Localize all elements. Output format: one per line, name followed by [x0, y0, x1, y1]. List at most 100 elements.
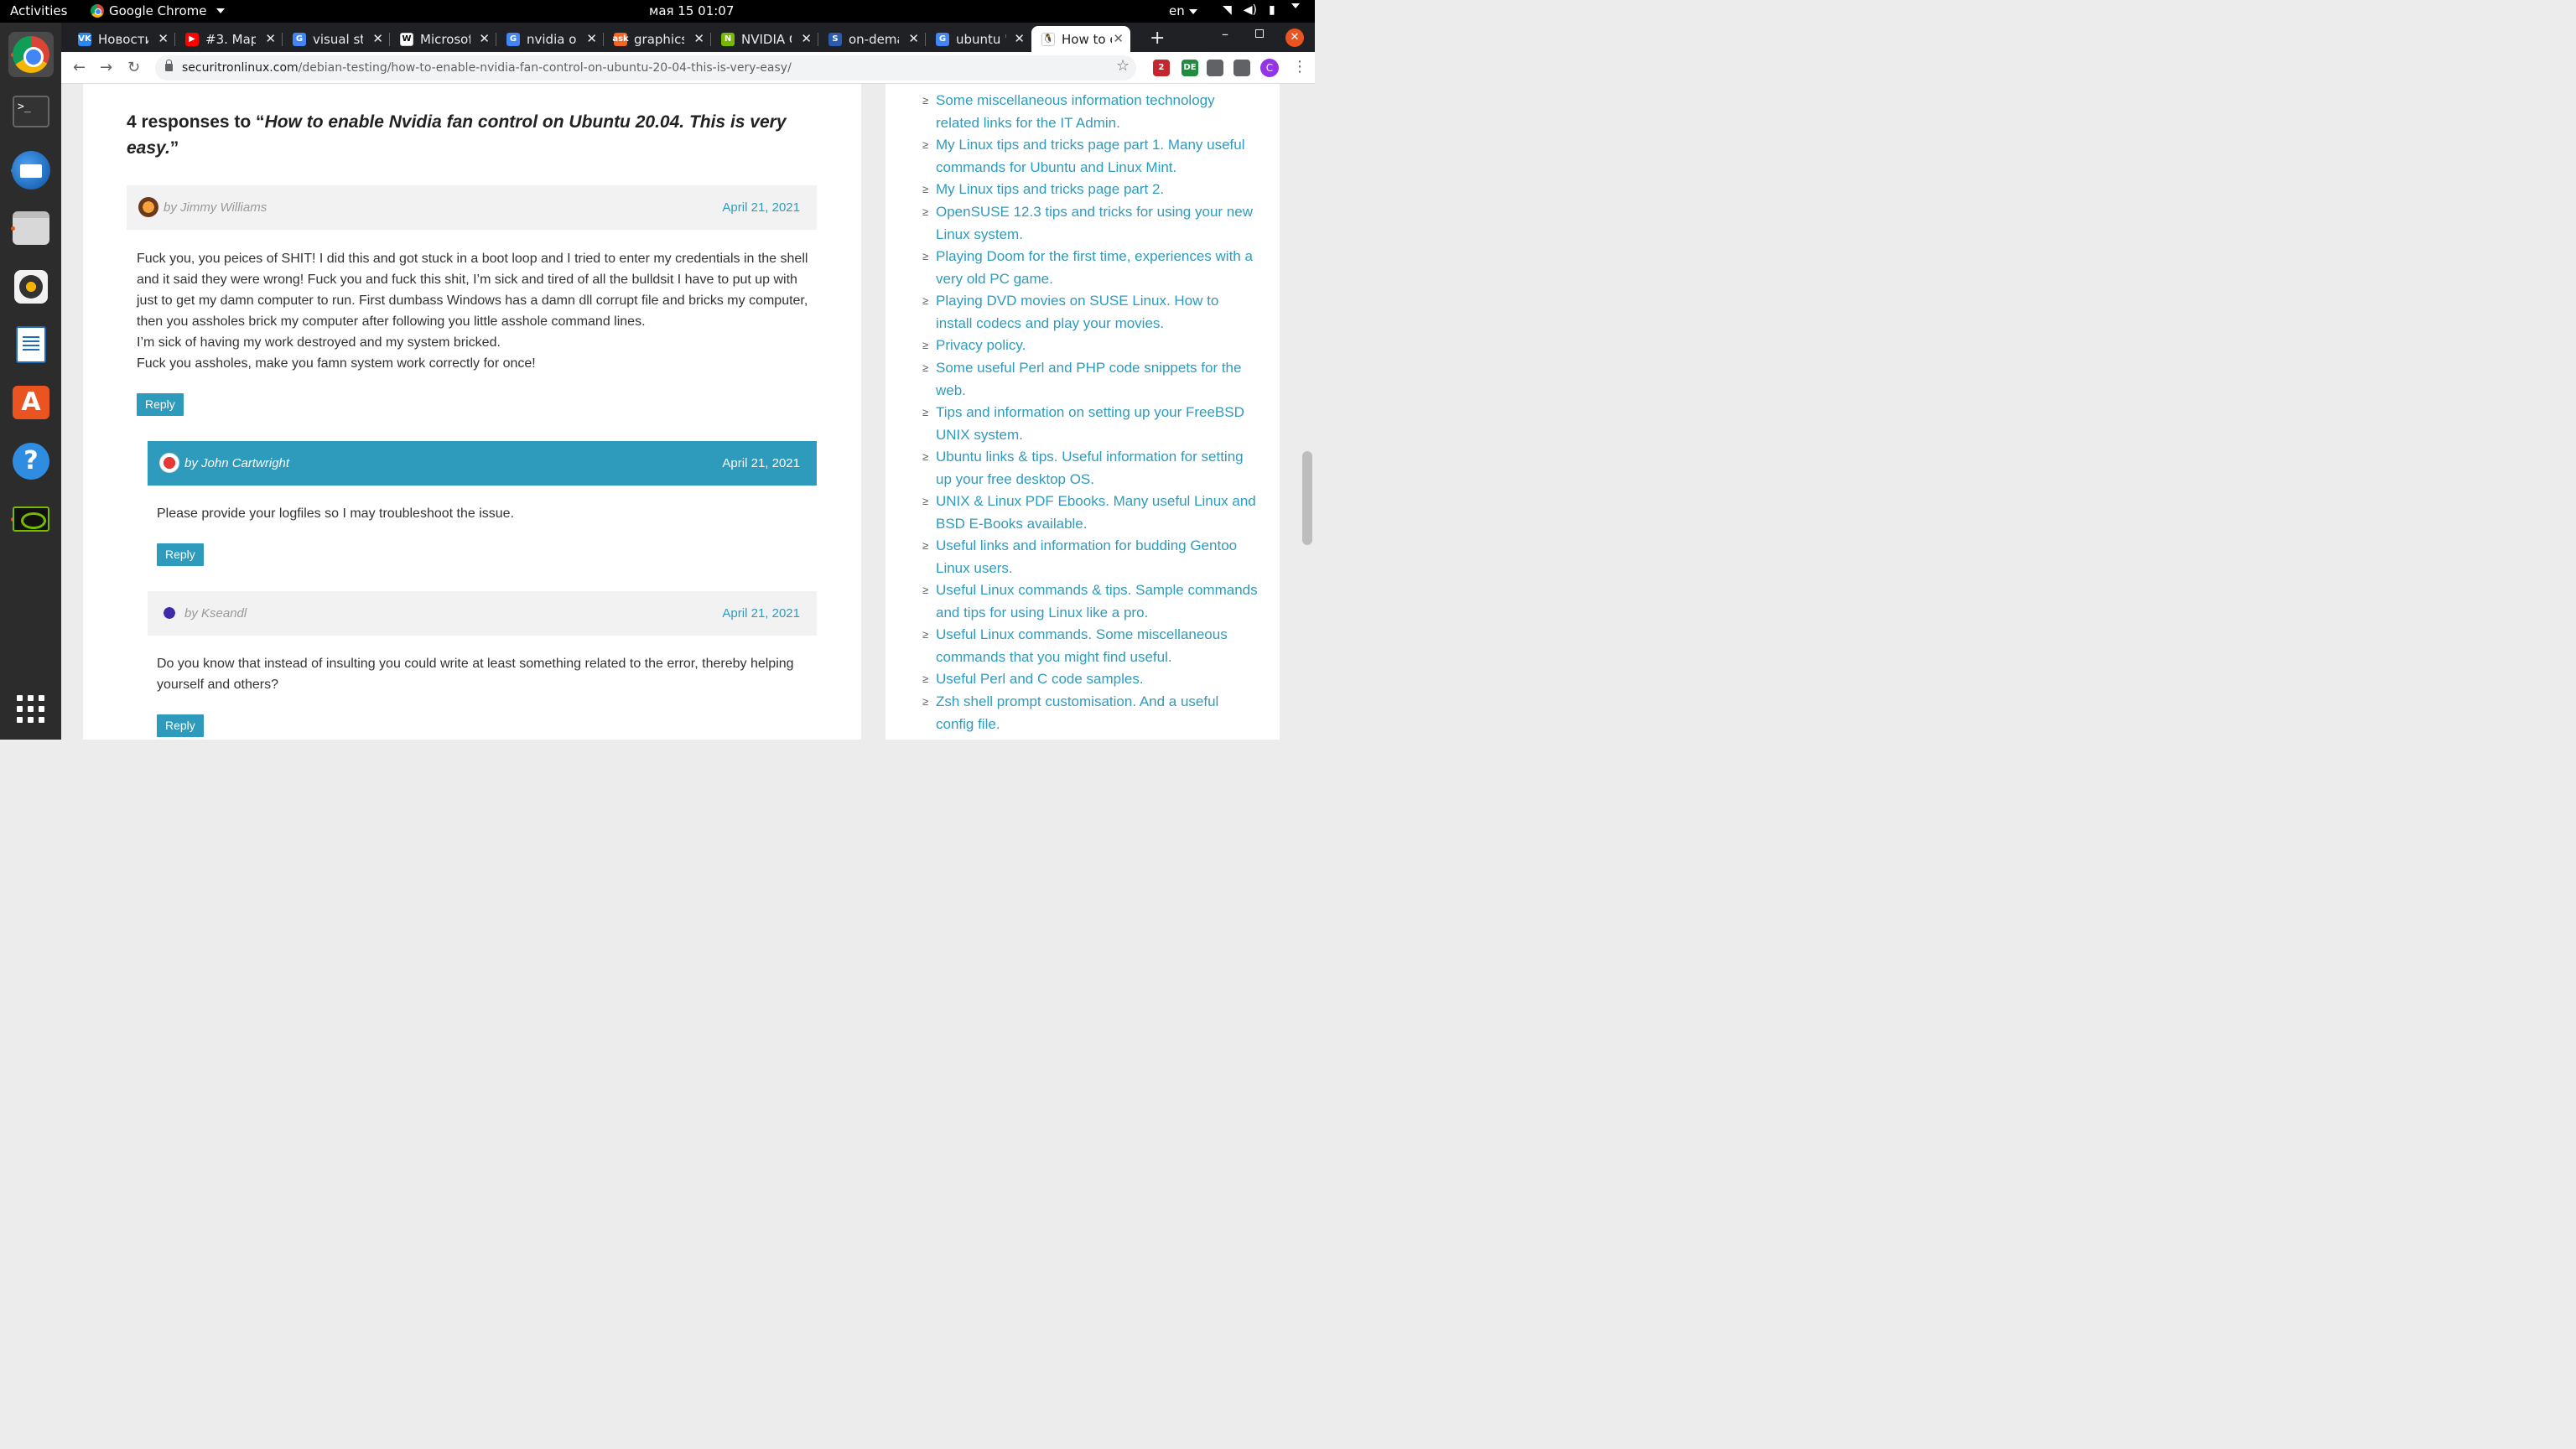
sidebar-link-text: Useful Linux commands. Some miscellaneou…	[936, 626, 1228, 665]
browser-tab[interactable]: W Microsoft ✕	[390, 26, 496, 52]
reload-button[interactable]: ↻	[127, 59, 140, 76]
comment-paragraph: Fuck you assholes, make you famn system …	[137, 356, 536, 371]
tab-title: nvidia on	[527, 31, 577, 47]
bullet-icon: ≥	[922, 539, 929, 552]
sidebar-link[interactable]: ≥ Useful links and information for buddin…	[922, 535, 1259, 579]
close-tab-icon[interactable]: ✕	[693, 31, 704, 46]
language-indicator[interactable]: en	[1169, 3, 1197, 18]
sidebar-link[interactable]: ≥ My Linux tips and tricks page part 1. M…	[922, 134, 1259, 179]
responses-heading: 4 responses to “How to enable Nvidia fan…	[127, 109, 797, 161]
close-window-button[interactable]: ✕	[1285, 29, 1304, 47]
translate-icon[interactable]: DE	[1182, 60, 1198, 76]
system-tray[interactable]: ◥ ◀) ▮	[1223, 3, 1300, 17]
comment-date-link[interactable]: April 21, 2021	[722, 456, 800, 470]
browser-tab[interactable]: ask graphics ✕	[604, 26, 711, 52]
tab-favicon-icon: VK	[78, 32, 91, 46]
minimize-button[interactable]: –	[1222, 26, 1228, 42]
reply-button[interactable]: Reply	[137, 393, 184, 416]
comment-date-link[interactable]: April 21, 2021	[722, 200, 800, 215]
bookmark-star-icon[interactable]: ☆	[1116, 57, 1130, 75]
sidebar-link[interactable]: ≥ Privacy policy.	[922, 335, 1259, 357]
reply-button[interactable]: Reply	[157, 543, 204, 566]
address-bar[interactable]: securitronlinux.com/debian-testing/how-t…	[155, 55, 1136, 80]
comment-paragraph: Please provide your logfiles so I may tr…	[157, 506, 515, 521]
close-tab-icon[interactable]: ✕	[908, 31, 919, 46]
sidebar-link[interactable]: ≥ My Linux tips and tricks page part 2.	[922, 179, 1259, 201]
tab-title: #3. Марш	[205, 31, 256, 47]
browser-tab[interactable]: 🐧 How to e ✕	[1031, 26, 1130, 52]
comment-date-link[interactable]: April 21, 2021	[722, 606, 800, 621]
chrome-menu-button[interactable]: ⋮	[1292, 58, 1307, 75]
browser-tab[interactable]: VK Новости ✕	[68, 26, 175, 52]
sidebar-link[interactable]: ≥ UNIX & Linux PDF Ebooks. Many useful Li…	[922, 491, 1259, 535]
dock-nvidia[interactable]	[8, 496, 54, 542]
close-tab-icon[interactable]: ✕	[801, 31, 812, 46]
nvidia-settings-icon	[13, 506, 49, 532]
browser-tab[interactable]: Son-dema ✕	[818, 26, 926, 52]
show-applications-icon[interactable]	[17, 695, 45, 724]
close-tab-icon[interactable]: ✕	[1014, 31, 1025, 46]
dock-software-store[interactable]: A	[8, 380, 54, 425]
puzzle-icon[interactable]	[1207, 60, 1223, 76]
close-tab-icon[interactable]: ✕	[479, 31, 490, 46]
bullet-icon: ≥	[922, 94, 929, 106]
dock-rhythmbox[interactable]	[8, 264, 54, 309]
dock-chrome[interactable]	[8, 32, 54, 77]
chevron-down-icon	[1291, 3, 1300, 8]
browser-tab[interactable]: Gubuntu " ✕	[926, 26, 1031, 52]
close-tab-icon[interactable]: ✕	[586, 31, 597, 46]
comment-header: by Kseandl April 21, 2021	[148, 591, 817, 636]
tab-favicon-icon: ask	[612, 32, 629, 46]
close-tab-icon[interactable]: ✕	[158, 31, 169, 46]
sidebar-link[interactable]: ≥ Useful Perl and C code samples.	[922, 668, 1259, 691]
sidebar-link[interactable]: ≥ Ubuntu links & tips. Useful information…	[922, 446, 1259, 491]
new-tab-button[interactable]: +	[1150, 28, 1165, 49]
dock-thunderbird[interactable]	[8, 148, 54, 193]
url-domain: securitronlinux.com	[182, 61, 299, 75]
page-scrollbar[interactable]	[1302, 451, 1312, 545]
media-queue-icon[interactable]	[1233, 60, 1250, 76]
forward-button[interactable]: →	[100, 59, 112, 76]
sidebar-link[interactable]: ≥ Useful Linux commands & tips. Sample co…	[922, 579, 1259, 624]
sidebar-link[interactable]: ≥ Some useful Perl and PHP code snippets …	[922, 357, 1259, 402]
maximize-button[interactable]	[1255, 29, 1264, 38]
browser-tab[interactable]: ▶ #3. Марш ✕	[175, 26, 283, 52]
profile-avatar[interactable]: C	[1260, 59, 1279, 77]
sidebar-link[interactable]: ≥ Playing Doom for the first time, experi…	[922, 246, 1259, 290]
dock-help[interactable]: ?	[8, 439, 54, 484]
bullet-icon: ≥	[922, 250, 929, 262]
ublock-icon[interactable]: 2	[1153, 60, 1170, 76]
close-tab-icon[interactable]: ✕	[372, 31, 383, 46]
sidebar-link-text: Ubuntu links & tips. Useful information …	[936, 449, 1244, 487]
dock-writer[interactable]	[8, 322, 54, 367]
comment-paragraph: I’m sick of having my work destroyed and…	[137, 335, 501, 350]
responses-prefix: 4 responses to “	[127, 112, 265, 132]
sidebar-link[interactable]: ≥ Some miscellaneous information technolo…	[922, 90, 1259, 134]
sidebar-link[interactable]: ≥ Useful Linux commands. Some miscellaneo…	[922, 624, 1259, 668]
comment-author: by Kseandl	[184, 606, 247, 621]
back-button[interactable]: ←	[73, 59, 86, 76]
browser-tab[interactable]: Gvisual stu ✕	[283, 26, 390, 52]
dock-files[interactable]	[8, 205, 54, 251]
sidebar-link[interactable]: ≥ Zsh shell prompt customisation. And a u…	[922, 691, 1259, 735]
tab-favicon-icon: ▶	[185, 32, 199, 46]
browser-tab[interactable]: N NVIDIA C ✕	[711, 26, 818, 52]
chrome-small-icon	[91, 4, 104, 18]
app-menu[interactable]: Google Chrome	[91, 3, 225, 18]
browser-tab[interactable]: Gnvidia on ✕	[496, 26, 604, 52]
bullet-icon: ≥	[922, 339, 929, 351]
sidebar-link[interactable]: ≥ Playing DVD movies on SUSE Linux. How t…	[922, 290, 1259, 335]
sidebar-link[interactable]: ≥ OpenSUSE 12.3 tips and tricks for using…	[922, 201, 1259, 246]
reply-button[interactable]: Reply	[157, 714, 204, 737]
activities-button[interactable]: Activities	[10, 3, 67, 18]
bullet-icon: ≥	[922, 450, 929, 463]
comment-author: by Jimmy Williams	[164, 200, 267, 215]
tab-favicon-icon: 🐧	[1041, 32, 1055, 46]
dock-terminal[interactable]: >_	[8, 89, 54, 134]
sidebar-link[interactable]: ≥ Tips and information on setting up your…	[922, 402, 1259, 446]
clock[interactable]: мая 15 01:07	[649, 3, 734, 18]
sidebar-link-text: My Linux tips and tricks page part 2.	[936, 181, 1165, 197]
close-tab-icon[interactable]: ✕	[1113, 31, 1124, 46]
close-tab-icon[interactable]: ✕	[265, 31, 276, 46]
sidebar-link-text: Useful Linux commands & tips. Sample com…	[936, 582, 1258, 621]
